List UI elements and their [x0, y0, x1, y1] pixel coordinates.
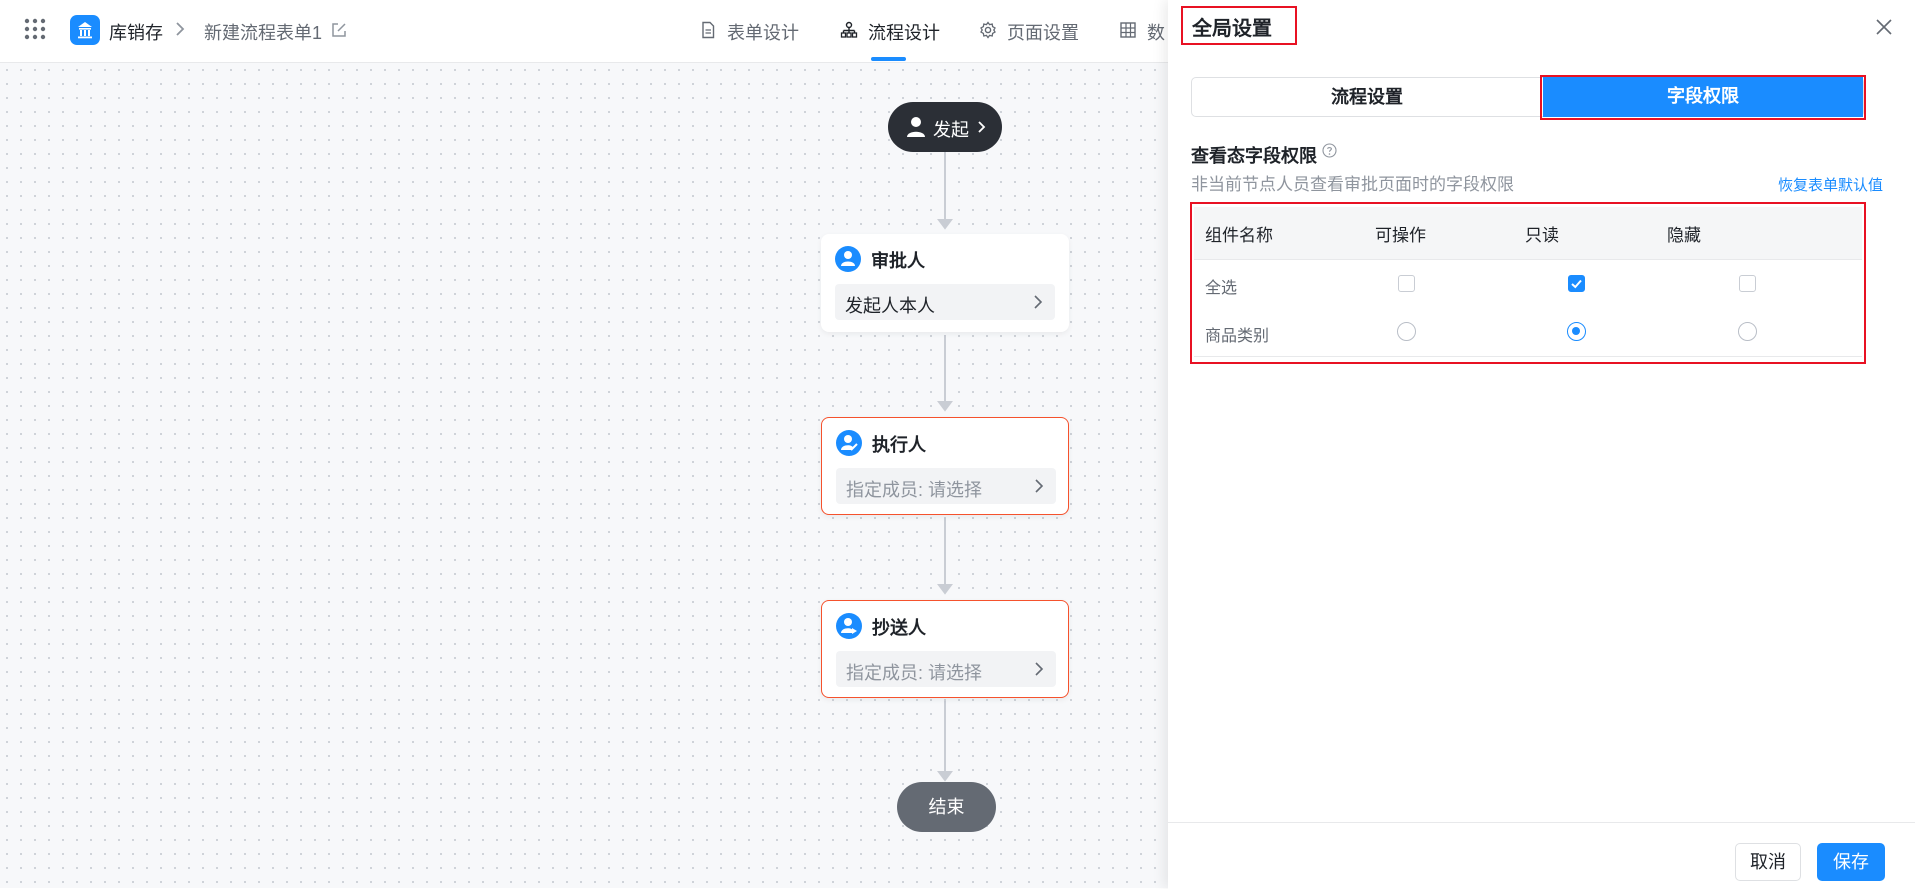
restore-default-link[interactable]: 恢复表单默认值	[1778, 174, 1883, 195]
tab-label: 表单设计	[727, 23, 799, 43]
active-tab-indicator	[871, 57, 906, 61]
close-icon[interactable]	[1875, 18, 1893, 36]
node-title: 抄送人	[872, 618, 926, 638]
node-title: 审批人	[871, 251, 925, 271]
table-annotation-box	[1190, 202, 1866, 364]
app-name[interactable]: 库销存	[109, 19, 163, 45]
drawer-title: 全局设置	[1192, 18, 1272, 40]
save-button[interactable]: 保存	[1817, 843, 1885, 881]
node-placeholder: 指定成员: 请选择	[846, 480, 983, 500]
cancel-button[interactable]: 取消	[1735, 843, 1801, 881]
table-icon	[1120, 22, 1136, 38]
section-description: 非当前节点人员查看审批页面时的字段权限	[1191, 175, 1514, 194]
tab-label: 页面设置	[1007, 23, 1079, 43]
top-header: 库销存 新建流程表单1 表单设计 流程设计 页面设置 数	[0, 0, 1168, 63]
bank-icon	[78, 22, 92, 39]
approver-node[interactable]: 审批人 发起人本人	[821, 234, 1069, 332]
flow-icon	[840, 21, 858, 38]
chevron-right-icon	[176, 22, 185, 36]
help-icon[interactable]	[1322, 143, 1337, 158]
user-icon	[907, 117, 925, 137]
chevron-right-icon	[1034, 295, 1043, 309]
cc-icon	[836, 613, 862, 639]
document-icon	[702, 21, 715, 39]
node-placeholder: 指定成员: 请选择	[846, 663, 983, 683]
flow-canvas[interactable]: 发起 审批人 发起人本人 执行人 指定成员: 请选择 抄送人 指定成员: 请选择…	[0, 63, 1168, 888]
app-grid-icon[interactable]	[24, 18, 46, 40]
node-title: 执行人	[872, 435, 926, 455]
approver-icon	[835, 246, 861, 272]
drawer-footer: 取消 保存	[1168, 822, 1915, 889]
edit-icon[interactable]	[330, 21, 348, 39]
start-label: 发起	[933, 120, 969, 140]
global-settings-drawer: 全局设置 流程设置 字段权限 查看态字段权限 非当前节点人员查看审批页面时的字段…	[1168, 0, 1915, 889]
tab-label: 数	[1147, 23, 1165, 43]
segment-annotation-box	[1540, 75, 1866, 120]
node-setting[interactable]: 指定成员: 请选择	[836, 468, 1056, 504]
form-name: 新建流程表单1	[204, 23, 323, 43]
tab-label: 流程设计	[868, 23, 940, 43]
executor-node[interactable]: 执行人 指定成员: 请选择	[821, 417, 1069, 515]
chevron-right-icon	[1035, 662, 1044, 676]
start-node[interactable]: 发起	[888, 102, 1002, 152]
app-logo	[70, 15, 100, 45]
end-node: 结束	[897, 782, 996, 832]
chevron-right-icon	[1035, 479, 1044, 493]
node-value: 发起人本人	[845, 296, 935, 316]
executor-icon	[836, 430, 862, 456]
cc-node[interactable]: 抄送人 指定成员: 请选择	[821, 600, 1069, 698]
segment-flow-settings[interactable]: 流程设置	[1192, 78, 1542, 116]
section-title: 查看态字段权限	[1191, 146, 1317, 166]
node-setting[interactable]: 发起人本人	[835, 284, 1055, 320]
node-setting[interactable]: 指定成员: 请选择	[836, 651, 1056, 687]
chevron-right-icon	[978, 121, 986, 133]
gear-icon	[980, 21, 996, 39]
